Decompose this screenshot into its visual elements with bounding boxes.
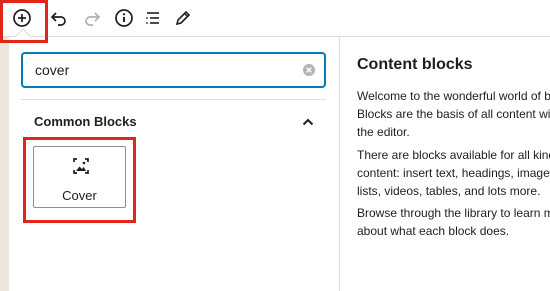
- common-blocks-header[interactable]: Common Blocks: [34, 111, 315, 135]
- details-button[interactable]: [112, 6, 136, 30]
- info-paragraph: Browse through the library to learn mo a…: [357, 204, 550, 240]
- pencil-icon: [175, 10, 191, 26]
- outline-button[interactable]: [141, 6, 165, 30]
- info-line: content: insert text, headings, images,: [357, 166, 550, 180]
- block-search-input[interactable]: [23, 54, 293, 86]
- info-paragraph: There are blocks available for all kinds…: [357, 146, 550, 200]
- undo-button[interactable]: [47, 6, 71, 30]
- redo-button[interactable]: [80, 6, 104, 30]
- undo-icon: [50, 12, 66, 26]
- info-title: Content blocks: [357, 56, 473, 73]
- panel-divider: [21, 99, 326, 100]
- editor-toolbar: [0, 0, 550, 37]
- info-line: about what each block does.: [357, 224, 510, 238]
- chevron-up-icon[interactable]: [301, 115, 315, 129]
- redo-icon: [85, 12, 101, 26]
- block-search-field[interactable]: [21, 52, 326, 88]
- group-title: Common Blocks: [34, 114, 137, 129]
- inserter-highlight-box: [0, 0, 48, 43]
- clear-circle-icon[interactable]: [302, 63, 316, 77]
- editor-left-edge: [0, 0, 9, 291]
- info-line: the editor.: [357, 125, 410, 139]
- tools-button[interactable]: [171, 6, 195, 30]
- list-view-icon: [146, 12, 159, 24]
- info-line: Browse through the library to learn mo: [357, 206, 550, 220]
- info-line: There are blocks available for all kinds: [357, 148, 550, 162]
- info-line: lists, videos, tables, and lots more.: [357, 184, 541, 198]
- info-icon: [115, 9, 133, 27]
- info-line: Blocks are the basis of all content with: [357, 107, 550, 121]
- info-paragraph: Welcome to the wonderful world of blo Bl…: [357, 87, 550, 141]
- cover-highlight-box: [23, 137, 136, 223]
- info-line: Welcome to the wonderful world of blo: [357, 89, 550, 103]
- block-info-panel: Content blocks Welcome to the wonderful …: [341, 37, 550, 291]
